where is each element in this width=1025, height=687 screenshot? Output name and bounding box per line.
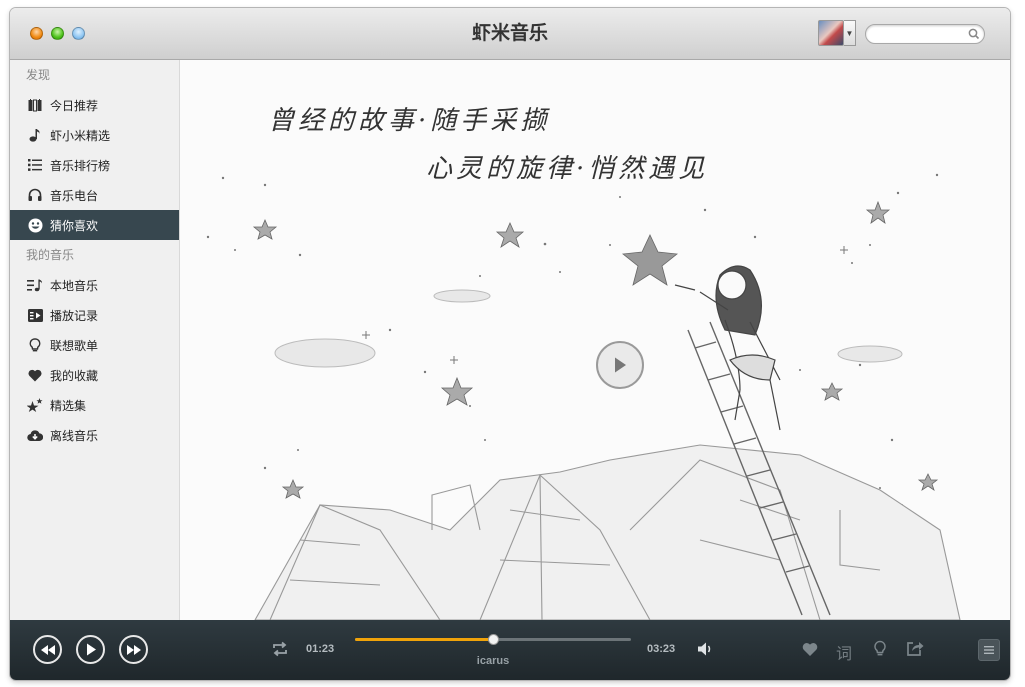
close-window-button[interactable] — [30, 27, 43, 40]
local-music-icon — [26, 277, 44, 293]
song-title: icarus — [476, 655, 510, 667]
lightbulb-icon[interactable] — [873, 640, 887, 658]
zoom-window-button[interactable] — [72, 27, 85, 40]
sidebar-item-local-music[interactable]: 本地音乐 — [10, 270, 179, 300]
smiley-icon — [26, 217, 44, 233]
sidebar-item-label: 音乐电台 — [50, 188, 99, 203]
chevron-down-icon[interactable]: ▼ — [844, 20, 856, 46]
sidebar-item-daily-recommend[interactable]: 今日推荐 — [10, 90, 179, 120]
sidebar-item-history[interactable]: 播放记录 — [10, 300, 179, 330]
window-controls — [30, 27, 85, 40]
avatar[interactable] — [818, 20, 844, 46]
sidebar-item-guess-you-like[interactable]: 猜你喜欢 — [10, 210, 179, 240]
player-bar: 01:23 icarus 03:23 词 — [10, 620, 1010, 680]
progress-fill — [355, 638, 493, 641]
heart-icon — [26, 367, 44, 383]
share-icon[interactable] — [906, 640, 924, 657]
current-time: 01:23 — [306, 643, 335, 655]
sidebar-item-label: 我的收藏 — [50, 368, 99, 383]
sidebar-item-label: 精选集 — [50, 398, 87, 413]
user-menu[interactable]: ▼ — [818, 20, 856, 46]
play-pause-button[interactable] — [76, 635, 105, 664]
playlist-menu-button[interactable] — [978, 639, 1000, 661]
sidebar-item-collections[interactable]: 精选集 — [10, 390, 179, 420]
rewind-icon — [40, 644, 55, 655]
sidebar-item-label: 今日推荐 — [50, 98, 99, 113]
slogan-line-1: 曾经的故事·随手采撷 — [268, 106, 551, 136]
sidebar-item-label: 猜你喜欢 — [50, 218, 99, 233]
app-title: 虾米音乐 — [471, 23, 548, 44]
lyrics-button[interactable]: 词 — [836, 640, 852, 664]
list-icon — [26, 157, 44, 173]
calendar-grid-icon — [26, 97, 44, 113]
progress-bar[interactable] — [355, 634, 631, 645]
sidebar-item-label: 离线音乐 — [50, 428, 99, 443]
sidebar-item-label: 联想歌单 — [50, 338, 99, 353]
previous-button[interactable] — [33, 635, 62, 664]
next-button[interactable] — [119, 635, 148, 664]
sidebar-item-charts[interactable]: 音乐排行榜 — [10, 150, 179, 180]
total-time: 03:23 — [647, 643, 676, 655]
play-icon — [615, 357, 626, 373]
section-title-my-music: 我的音乐 — [26, 248, 75, 262]
stars-icon — [26, 397, 44, 413]
sidebar-item-related-playlists[interactable]: 联想歌单 — [10, 330, 179, 360]
play-icon — [86, 643, 96, 656]
sidebar-item-label: 音乐排行榜 — [50, 158, 111, 173]
fast-forward-icon — [126, 644, 141, 655]
history-icon — [26, 307, 44, 323]
repeat-icon[interactable] — [271, 641, 289, 657]
headphones-icon — [26, 187, 44, 203]
progress-handle[interactable] — [488, 634, 499, 645]
menu-icon — [984, 646, 994, 654]
sidebar-item-label: 本地音乐 — [50, 278, 99, 293]
volume-icon[interactable] — [697, 641, 715, 657]
illustration-artwork — [206, 173, 961, 620]
lightbulb-icon — [26, 337, 44, 353]
section-title-discover: 发现 — [26, 68, 51, 82]
main-content: 曾经的故事·随手采撷 心灵的旋律·悄然遇见 — [180, 60, 1010, 620]
sidebar-item-xiami-picks[interactable]: 虾小米精选 — [10, 120, 179, 150]
slogan-line-2: 心灵的旋律·悄然遇见 — [426, 154, 709, 184]
sidebar-item-label: 播放记录 — [50, 308, 99, 323]
cloud-download-icon — [26, 427, 44, 443]
sidebar-item-favorites[interactable]: 我的收藏 — [10, 360, 179, 390]
minimize-window-button[interactable] — [51, 27, 64, 40]
sidebar: 发现 今日推荐 虾小米精选 音乐排行榜 音乐电台 猜你喜欢 我的音乐 本地音乐 … — [10, 60, 180, 620]
title-bar: 虾米音乐 ▼ — [10, 8, 1010, 60]
search-icon[interactable] — [967, 27, 981, 41]
sidebar-item-radio[interactable]: 音乐电台 — [10, 180, 179, 210]
app-window: 虾米音乐 ▼ 发现 今日推荐 虾小米精选 音乐排行榜 音乐电台 猜你喜欢 我的音… — [10, 8, 1010, 680]
play-button[interactable] — [596, 341, 644, 389]
sidebar-item-label: 虾小米精选 — [50, 128, 111, 143]
music-note-icon — [26, 127, 44, 143]
sidebar-item-offline-music[interactable]: 离线音乐 — [10, 420, 179, 450]
favorite-heart-icon[interactable] — [802, 642, 818, 657]
